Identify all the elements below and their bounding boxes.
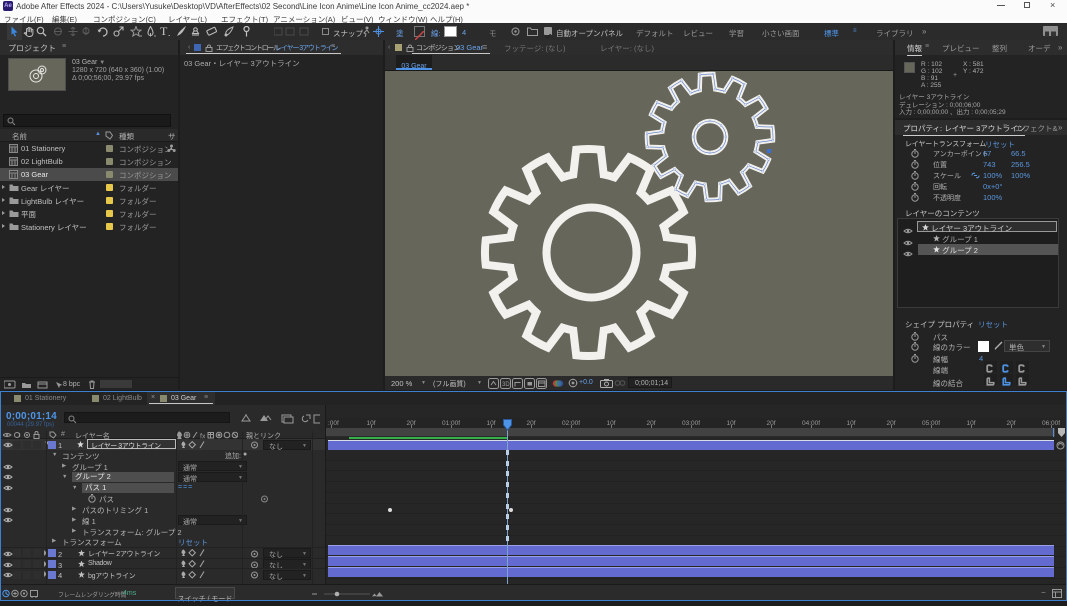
svg-text:T: T — [160, 25, 168, 37]
svg-text:3D: 3D — [502, 382, 510, 388]
